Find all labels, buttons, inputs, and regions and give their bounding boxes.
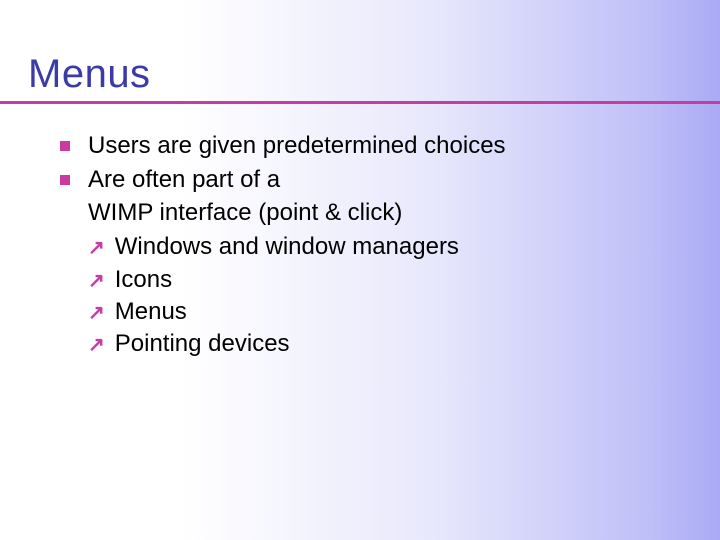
square-bullet-icon (60, 141, 70, 151)
sub-list-item: ↗ Windows and window managers (88, 231, 680, 263)
bullet-line: WIMP interface (point & click) (88, 199, 402, 226)
slide: Menus Users are given predetermined choi… (0, 0, 720, 540)
bullet-line: Are often part of a (88, 166, 280, 193)
sub-list-item: ↗ Pointing devices (88, 328, 680, 360)
sub-bullet-text: Windows and window managers (115, 231, 680, 263)
arrow-icon: ↗ (88, 300, 105, 327)
sub-bullet-text: Pointing devices (115, 328, 680, 360)
list-item: Users are given predetermined choices (60, 130, 680, 162)
title-underline (0, 101, 720, 104)
content-area: Users are given predetermined choices Ar… (60, 130, 680, 361)
bullet-text: Are often part of a WIMP interface (poin… (88, 164, 680, 229)
arrow-icon: ↗ (88, 235, 105, 262)
slide-title: Menus (28, 52, 700, 97)
arrow-icon: ↗ (88, 268, 105, 295)
bullet-text: Users are given predetermined choices (88, 130, 680, 162)
title-block: Menus (28, 52, 700, 104)
sub-list: ↗ Windows and window managers ↗ Icons ↗ … (88, 231, 680, 361)
arrow-icon: ↗ (88, 332, 105, 359)
list-item: Are often part of a WIMP interface (poin… (60, 164, 680, 229)
sub-list-item: ↗ Icons (88, 264, 680, 296)
sub-list-item: ↗ Menus (88, 296, 680, 328)
square-bullet-icon (60, 175, 70, 185)
sub-bullet-text: Menus (115, 296, 680, 328)
sub-bullet-text: Icons (115, 264, 680, 296)
